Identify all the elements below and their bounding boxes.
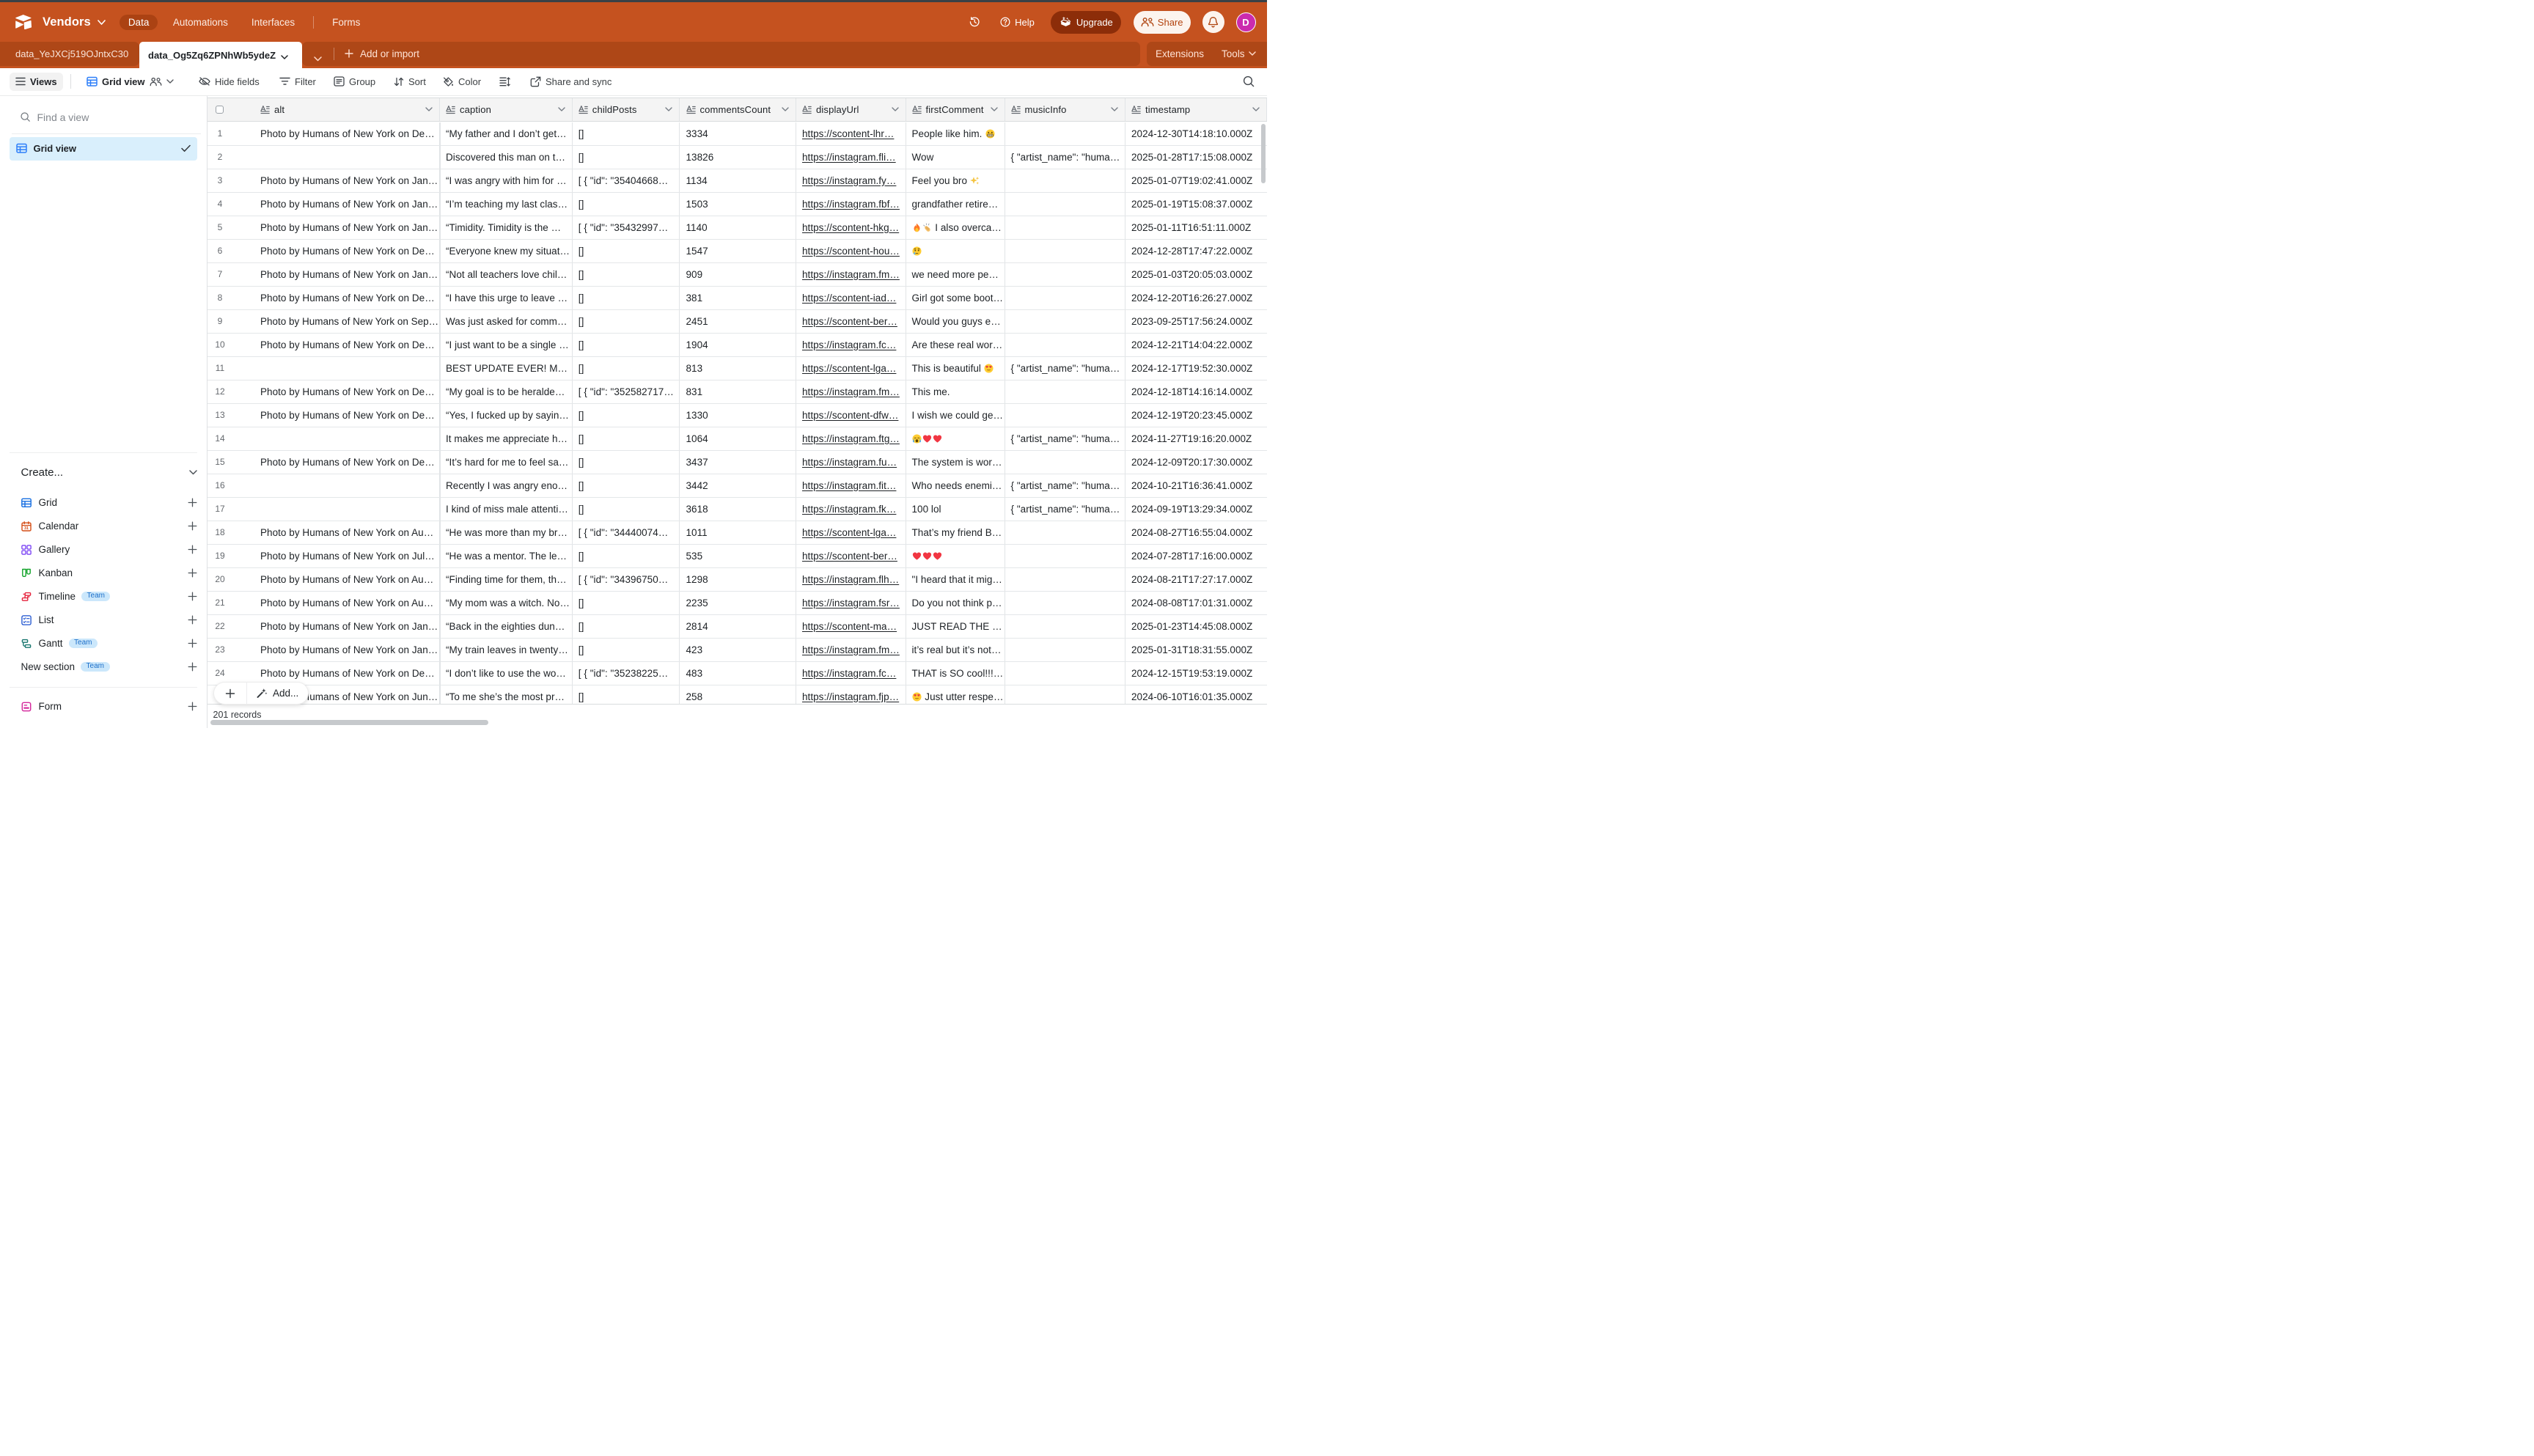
svg-text:31: 31 — [24, 526, 29, 531]
